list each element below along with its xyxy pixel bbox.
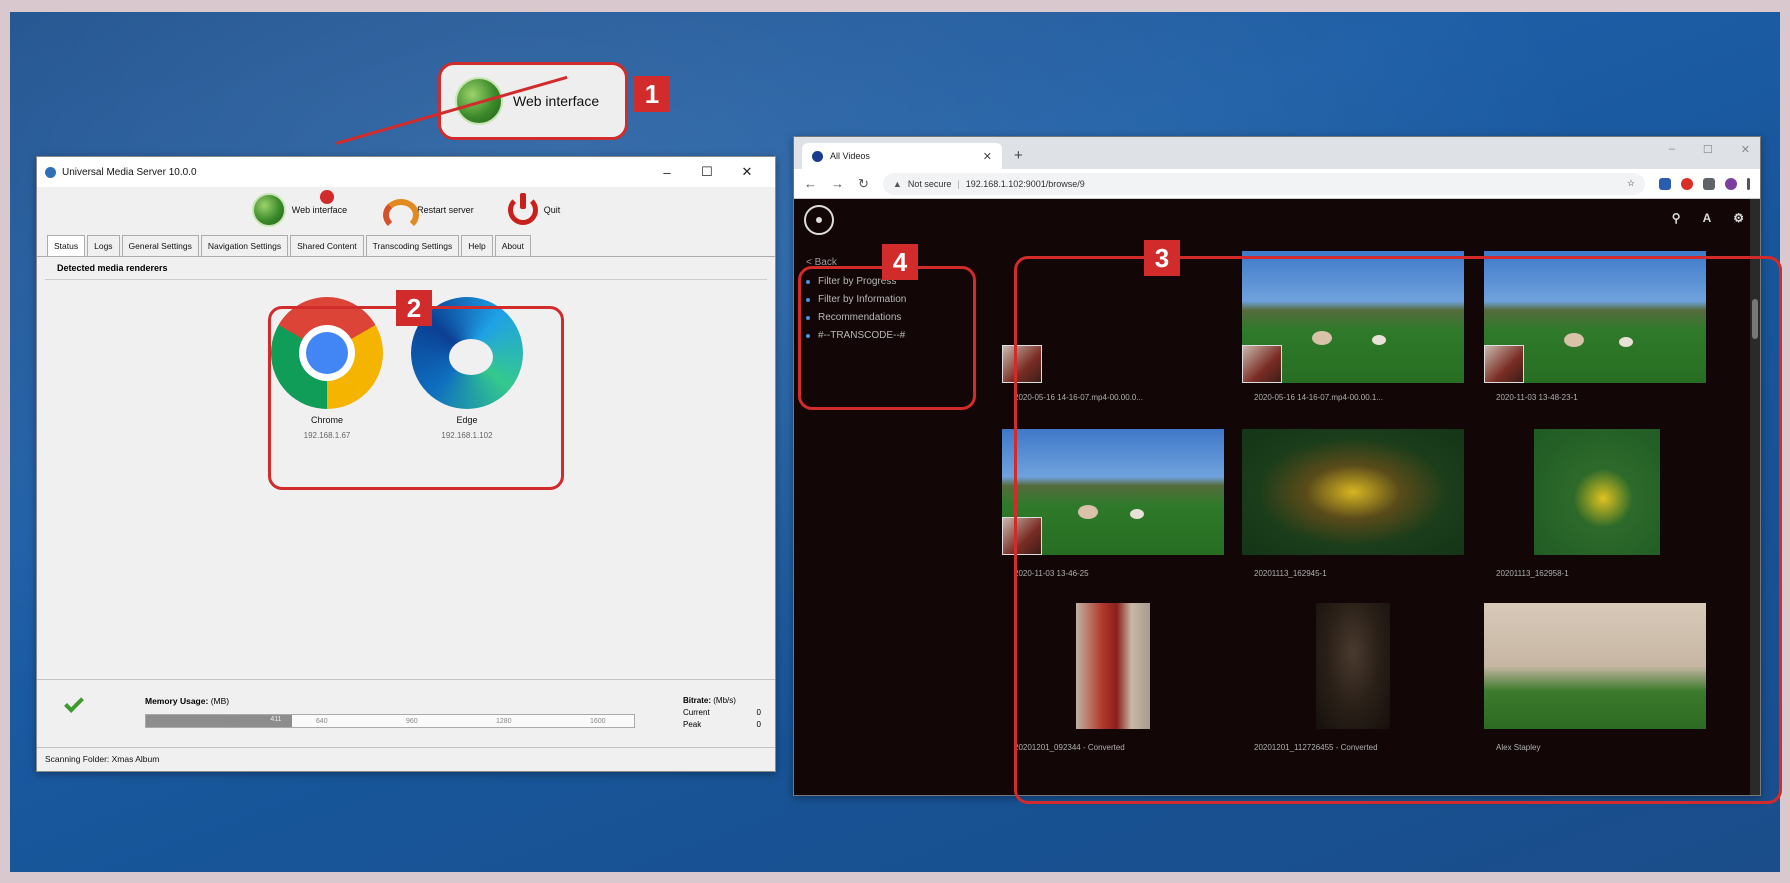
bitrate-current-label: Current: [683, 708, 710, 717]
ums-tabs: Status Logs General Settings Navigation …: [37, 233, 775, 257]
restart-icon: [381, 195, 420, 231]
bitrate-peak-label: Peak: [683, 720, 702, 729]
extension-icon[interactable]: [1659, 177, 1671, 190]
maximize-button[interactable]: ☐: [687, 164, 727, 180]
extension-icon[interactable]: [1681, 177, 1693, 190]
menu-icon[interactable]: [1747, 177, 1750, 190]
memory-tick: 640: [316, 718, 328, 725]
tab-help[interactable]: Help: [461, 235, 493, 256]
section-title: Detected media renderers: [45, 257, 767, 280]
reload-icon[interactable]: ↻: [858, 176, 869, 192]
web-header-icons: ⚲ A ⚙: [1672, 211, 1744, 225]
minimize-button[interactable]: –: [647, 165, 687, 180]
tab-status[interactable]: Status: [47, 235, 86, 256]
status-panel: Memory Usage: (MB) 411 320 640 960 1280 …: [37, 679, 775, 747]
ums-app-icon: [45, 166, 56, 178]
annotation-number-3: 3: [1144, 240, 1180, 276]
quit-label: Quit: [543, 205, 561, 215]
tab-shared-content[interactable]: Shared Content: [290, 235, 364, 256]
tab-navigation-settings[interactable]: Navigation Settings: [200, 235, 289, 256]
annotation-box-3: [1014, 256, 1782, 804]
url-text: 192.168.1.102:9001/browse/9: [965, 178, 1085, 189]
new-tab-button[interactable]: +: [1014, 147, 1023, 164]
memory-tick: 960: [406, 718, 418, 725]
web-interface-callout-label: Web interface: [513, 93, 600, 109]
quit-button[interactable]: Quit: [507, 193, 561, 225]
memory-tick: 320: [226, 718, 238, 725]
browser-minimize-button[interactable]: –: [1669, 143, 1675, 156]
puzzle-icon[interactable]: [1703, 177, 1715, 190]
annotation-box-2: [268, 306, 564, 490]
ums-window-title: Universal Media Server 10.0.0: [62, 166, 197, 178]
browser-close-button[interactable]: ✕: [1741, 143, 1750, 156]
browser-address-bar: ← → ↻ ▲ Not secure | 192.168.1.102:9001/…: [794, 169, 1760, 199]
tab-logs[interactable]: Logs: [87, 235, 120, 256]
web-interface-label: Web interface: [291, 205, 348, 215]
annotation-number-4: 4: [882, 244, 918, 280]
url-bar[interactable]: ▲ Not secure | 192.168.1.102:9001/browse…: [882, 172, 1645, 195]
web-interface-callout: Web interface: [438, 62, 628, 140]
memory-tick: 1280: [496, 718, 512, 725]
restart-server-label: Restart server: [417, 205, 474, 215]
ums-favicon-icon: [812, 150, 823, 162]
check-icon: [64, 693, 84, 713]
separator: |: [957, 178, 960, 189]
status-bar: Scanning Folder: Xmas Album: [37, 747, 775, 771]
forward-arrow-icon[interactable]: →: [831, 176, 844, 191]
browser-tab-bar: All Videos ✕ + – ☐ ✕: [794, 137, 1760, 169]
memory-used-value: 411: [270, 716, 282, 723]
warning-icon: ▲: [892, 178, 902, 189]
extensions: [1659, 177, 1750, 190]
profile-avatar[interactable]: [1725, 177, 1737, 190]
annotation-number-2: 2: [396, 290, 432, 326]
star-icon[interactable]: ☆: [1627, 178, 1635, 189]
bitrate-peak-value: 0: [756, 720, 761, 729]
ums-toolbar: Web interface Restart server Quit: [37, 187, 775, 233]
bitrate-panel: Bitrate: (Mb/s) Current 0 Peak 0: [683, 696, 761, 729]
memory-tick: 1600: [590, 718, 606, 725]
tab-transcoding-settings[interactable]: Transcoding Settings: [365, 235, 460, 256]
memory-usage-label: Memory Usage: (MB): [145, 696, 230, 706]
gear-icon[interactable]: ⚙: [1733, 211, 1744, 225]
bitrate-current-value: 0: [756, 708, 761, 717]
restart-server-button[interactable]: Restart server: [381, 195, 474, 231]
back-arrow-icon[interactable]: ←: [804, 176, 817, 191]
close-button[interactable]: ✕: [727, 164, 767, 180]
browser-maximize-button[interactable]: ☐: [1703, 143, 1713, 156]
font-size-icon[interactable]: A: [1703, 211, 1712, 225]
globe-icon: [251, 193, 286, 227]
annotation-connector-dot: [320, 190, 334, 204]
security-status: Not secure: [907, 178, 952, 189]
browser-tab-title: All Videos: [830, 151, 870, 161]
power-icon: [507, 193, 538, 225]
browser-tab[interactable]: All Videos ✕: [802, 143, 1002, 169]
ums-titlebar: Universal Media Server 10.0.0 – ☐ ✕: [37, 157, 775, 187]
annotation-box-4: [798, 266, 976, 410]
ums-logo-icon[interactable]: [804, 205, 834, 235]
annotation-number-1: 1: [634, 76, 670, 112]
tab-general-settings[interactable]: General Settings: [121, 235, 199, 256]
memory-usage-bar: 411 320 640 960 1280 1600: [145, 714, 635, 728]
close-tab-icon[interactable]: ✕: [983, 150, 992, 163]
search-icon[interactable]: ⚲: [1672, 211, 1681, 225]
tab-about[interactable]: About: [494, 235, 531, 256]
